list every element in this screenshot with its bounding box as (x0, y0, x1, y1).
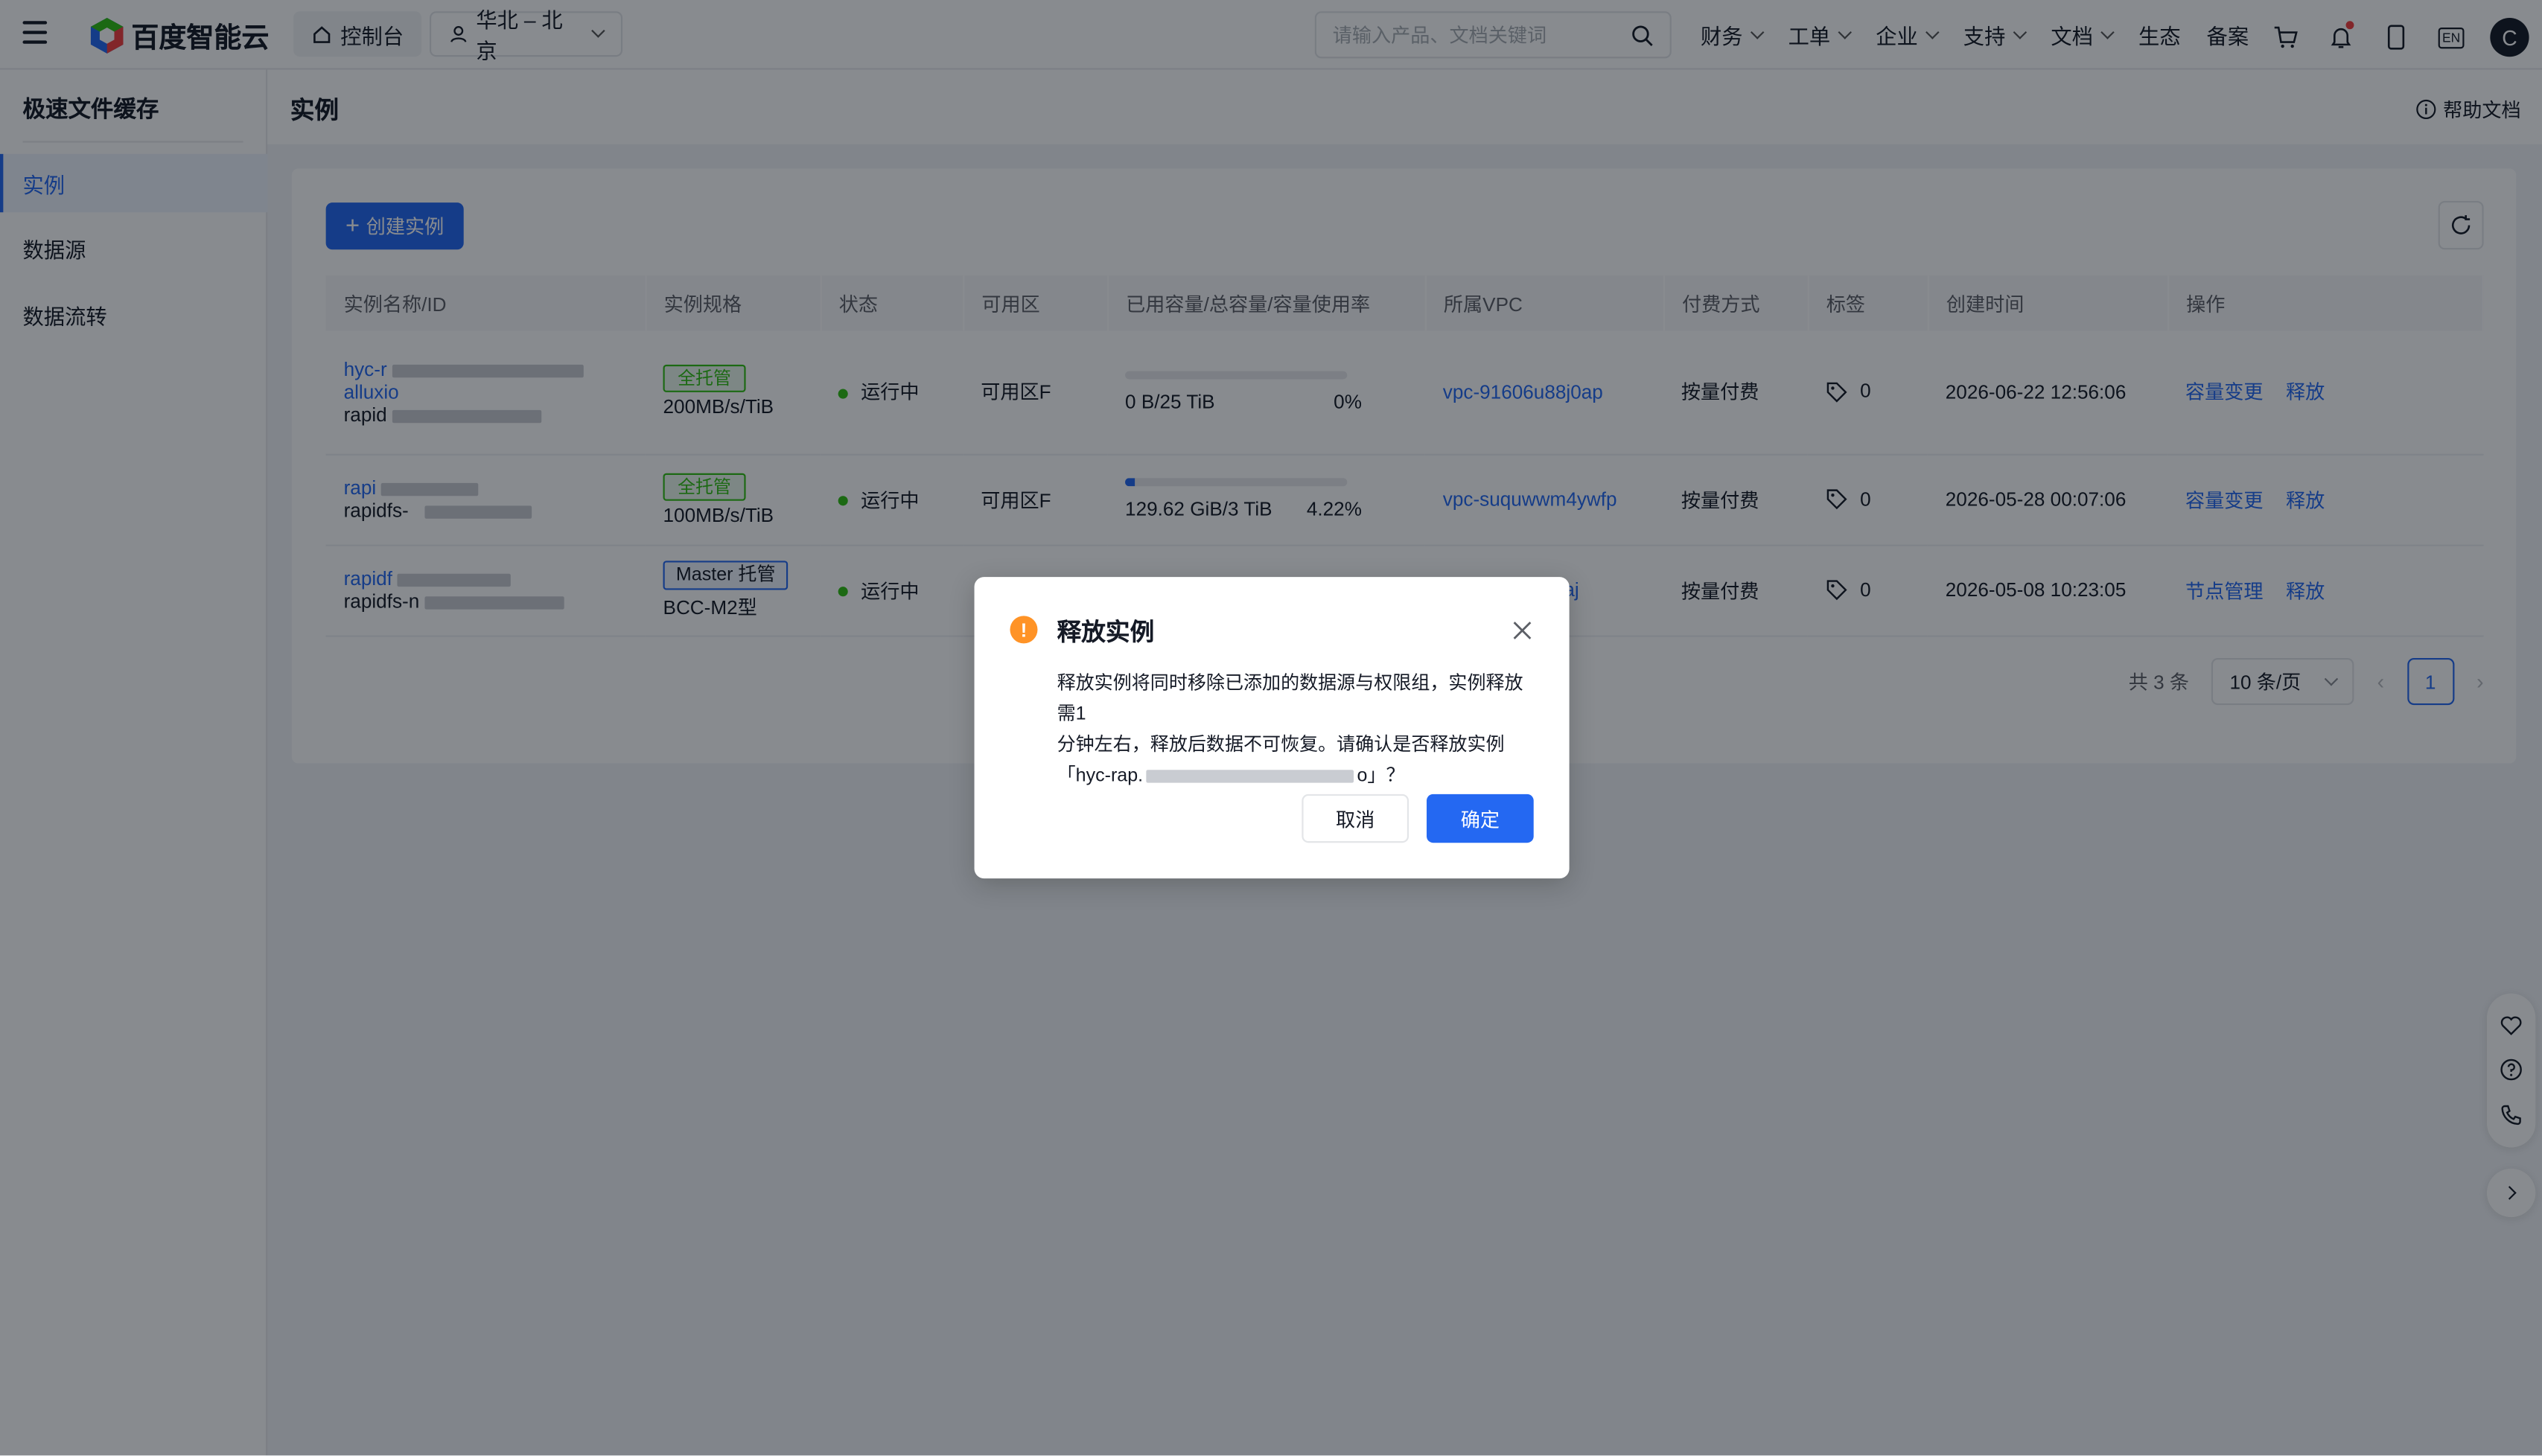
dialog-line: o」？ (1357, 766, 1405, 786)
confirm-button[interactable]: 确定 (1427, 794, 1534, 843)
close-icon[interactable] (1511, 619, 1533, 642)
dialog-line: 分钟左右，释放后数据不可恢复。请确认是否释放实例 (1057, 735, 1505, 756)
release-instance-dialog: ! 释放实例 释放实例将同时移除已添加的数据源与权限组，实例释放需1 分钟左右，… (974, 577, 1570, 879)
dialog-line: 释放实例将同时移除已添加的数据源与权限组，实例释放需1 (1057, 674, 1523, 725)
dialog-title: 释放实例 (1057, 619, 1155, 647)
dialog-line: 「hyc-rap. (1057, 766, 1144, 786)
redacted-text (1146, 770, 1354, 783)
dialog-message: 释放实例将同时移除已添加的数据源与权限组，实例释放需1 分钟左右，释放后数据不可… (1057, 669, 1537, 792)
cancel-button[interactable]: 取消 (1302, 794, 1409, 843)
warning-icon: ! (1010, 616, 1038, 644)
